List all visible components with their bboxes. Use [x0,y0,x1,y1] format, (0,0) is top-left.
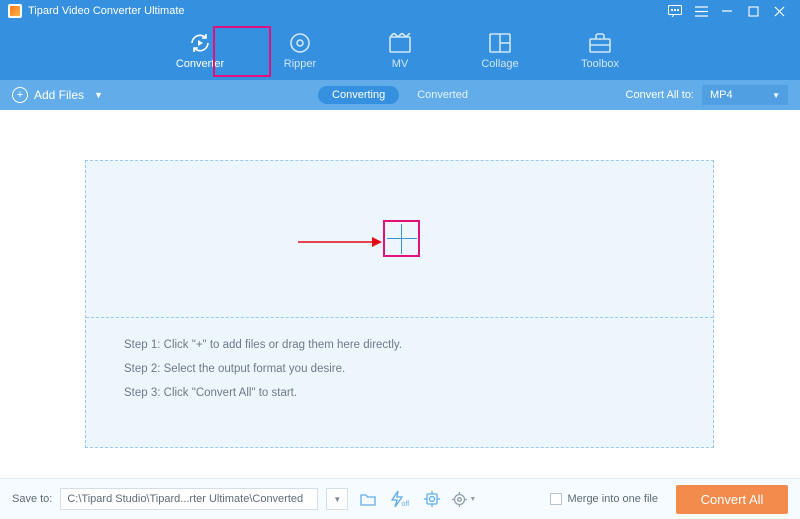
bottom-bar: Save to: C:\Tipard Studio\Tipard...rter … [0,478,800,519]
convert-all-to-label: Convert All to: [626,89,694,101]
tab-label: MV [392,58,409,70]
chevron-down-icon: ▼ [333,495,341,504]
menu-icon[interactable] [688,0,714,22]
tab-label: Collage [481,58,518,70]
maximize-button[interactable] [740,0,766,22]
chevron-down-icon: ▼ [94,90,103,100]
plus-icon [387,224,417,254]
main-tabs: Converter Ripper MV Collage Toolbox [0,22,800,80]
output-format-select[interactable]: MP4 ▼ [702,85,788,105]
add-files-plus-button[interactable] [383,220,420,257]
tab-collage[interactable]: Collage [469,26,531,70]
path-dropdown-button[interactable]: ▼ [326,488,348,510]
app-logo-icon [8,4,22,18]
close-button[interactable] [766,0,792,22]
checkbox-icon [550,493,562,505]
step-2-text: Step 2: Select the output format you des… [124,357,402,381]
title-bar: Tipard Video Converter Ultimate [0,0,800,22]
annotation-arrow-icon [298,236,382,248]
instructions: Step 1: Click "+" to add files or drag t… [124,333,402,405]
tab-label: Ripper [284,58,316,70]
hardware-accel-button[interactable]: off [388,488,412,510]
tab-mv[interactable]: MV [369,26,431,70]
minimize-button[interactable] [714,0,740,22]
tab-ripper[interactable]: Ripper [269,26,331,70]
chevron-down-icon: ▼ [772,91,780,100]
feedback-icon[interactable] [662,0,688,22]
step-1-text: Step 1: Click "+" to add files or drag t… [124,333,402,357]
app-title: Tipard Video Converter Ultimate [28,5,185,17]
annotation-highlight [213,26,271,77]
save-path-input[interactable]: C:\Tipard Studio\Tipard...rter Ultimate\… [60,488,318,510]
tab-converted[interactable]: Converted [403,86,482,104]
open-folder-button[interactable] [356,488,380,510]
save-to-label: Save to: [12,493,52,505]
tab-label: Toolbox [581,58,619,70]
settings-button[interactable]: ▼ [452,488,476,510]
drop-zone[interactable]: Step 1: Click "+" to add files or drag t… [85,160,714,448]
tab-toolbox[interactable]: Toolbox [569,26,631,70]
add-files-button[interactable]: + Add Files ▼ [12,87,103,103]
tab-converting[interactable]: Converting [318,86,399,104]
merge-label: Merge into one file [568,493,659,505]
merge-checkbox[interactable]: Merge into one file [550,493,659,505]
step-3-text: Step 3: Click "Convert All" to start. [124,381,402,405]
format-value: MP4 [710,89,733,101]
divider [86,317,713,318]
secondary-toolbar: + Add Files ▼ Converting Converted Conve… [0,80,800,110]
gpu-button[interactable] [420,488,444,510]
add-files-label: Add Files [34,88,84,102]
plus-circle-icon: + [12,87,28,103]
workspace: Step 1: Click "+" to add files or drag t… [0,110,800,478]
convert-all-button[interactable]: Convert All [676,485,788,514]
chevron-down-icon: ▼ [469,496,476,503]
